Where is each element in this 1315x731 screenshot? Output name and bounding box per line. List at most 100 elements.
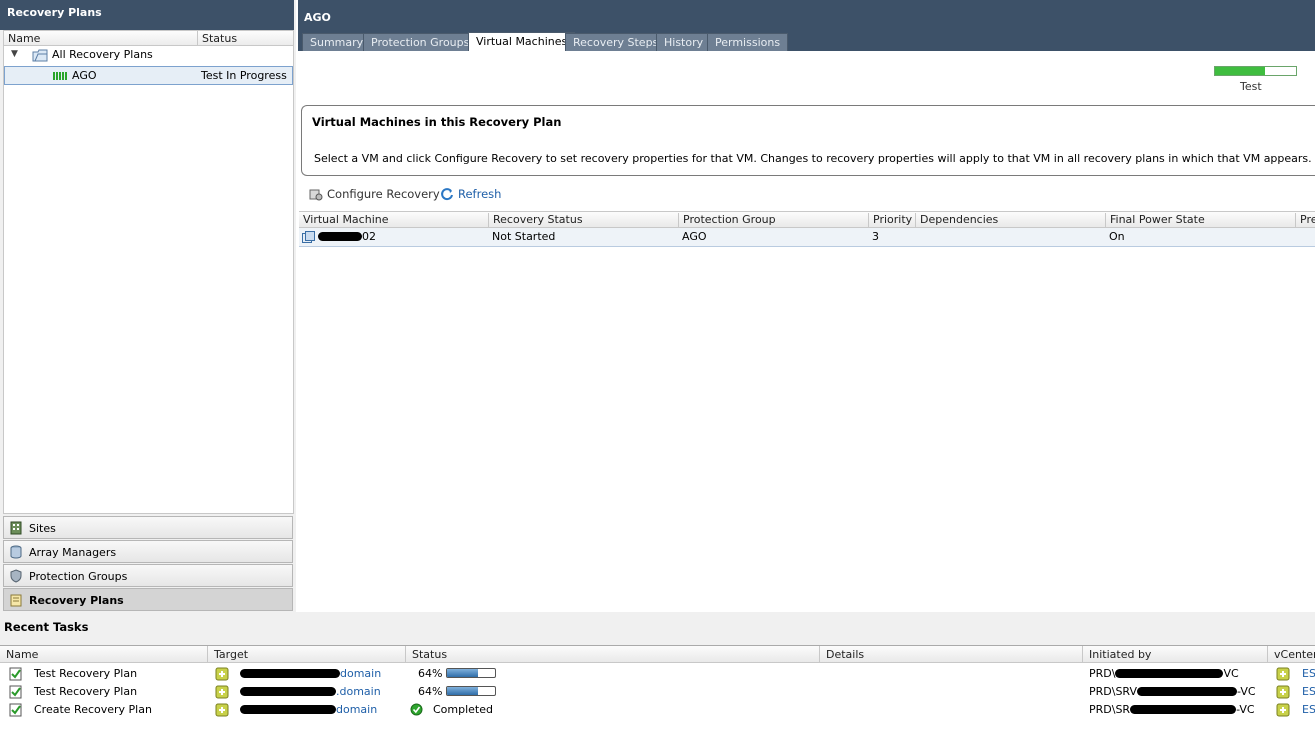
tree-header: Name Status: [4, 31, 293, 46]
left-panel: Recovery Plans Name Status ▼ All Recover…: [0, 0, 296, 612]
column-details[interactable]: Details: [820, 646, 1083, 663]
target-suffix: .domain: [336, 685, 381, 698]
plan-status: Test In Progress: [201, 69, 287, 82]
redacted-mark: [1115, 669, 1224, 678]
recovery-plans-icon: [10, 594, 22, 607]
nav-protection-groups[interactable]: Protection Groups: [3, 564, 293, 587]
tab-permissions[interactable]: Permissions: [707, 33, 789, 51]
initiator-suffix: -VC: [1237, 685, 1256, 698]
recovery-plans-tree: Name Status ▼ All Recovery Plans AGO Tes…: [3, 30, 294, 514]
task-target[interactable]: domain: [240, 667, 381, 680]
vcenter-icon: [1276, 703, 1290, 717]
chevron-down-icon[interactable]: ▼: [11, 49, 18, 59]
progress-fill: [447, 687, 478, 695]
column-initiated-by[interactable]: Initiated by: [1083, 646, 1268, 663]
task-target[interactable]: domain: [240, 703, 377, 716]
info-text: Select a VM and click Configure Recovery…: [314, 152, 1312, 165]
tree-node-ago[interactable]: AGO Test In Progress: [4, 66, 293, 85]
final-power-state: On: [1109, 230, 1125, 243]
configure-label: Configure Recovery: [327, 187, 440, 201]
tree-node-label: AGO: [72, 69, 97, 82]
initiator-prefix: PRD\SRV: [1089, 685, 1138, 698]
left-panel-title: Recovery Plans: [0, 0, 294, 30]
task-initiated-by: PRD\ VC: [1089, 667, 1239, 680]
column-protection-group[interactable]: Protection Group: [678, 213, 776, 228]
column-final-power-state[interactable]: Final Power State: [1105, 213, 1205, 228]
column-dependencies[interactable]: Dependencies: [915, 213, 998, 228]
tab-history[interactable]: History: [656, 33, 712, 51]
vm-icon: [302, 231, 315, 243]
nav-recovery-plans[interactable]: Recovery Plans: [3, 588, 293, 611]
test-progress-bar: [1214, 66, 1297, 76]
refresh-icon: [441, 188, 453, 201]
task-row[interactable]: Create Recovery Plan domain Completed PR…: [0, 701, 1315, 719]
recovery-status: Not Started: [492, 230, 556, 243]
tab-virtual-machines[interactable]: Virtual Machines: [468, 32, 576, 51]
column-virtual-machine[interactable]: Virtual Machine: [299, 213, 389, 228]
task-vcenter[interactable]: ES: [1302, 667, 1315, 680]
task-target[interactable]: .domain: [240, 685, 381, 698]
tree-column-name[interactable]: Name: [8, 32, 40, 45]
main-header: AGO Summary Protection Groups Virtual Ma…: [298, 0, 1315, 51]
column-priority[interactable]: Priority: [868, 213, 912, 228]
redacted-mark: [318, 232, 362, 241]
configure-recovery-button[interactable]: Configure Recovery: [309, 187, 440, 201]
tasks-table: Name Target Status Details Initiated by …: [0, 645, 1315, 731]
tab-protection-groups[interactable]: Protection Groups: [363, 33, 478, 51]
table-row[interactable]: 02 Not Started AGO 3 On: [299, 228, 1315, 247]
progress-fill: [1215, 67, 1266, 75]
redacted-mark: [240, 669, 340, 678]
nav-label: Recovery Plans: [29, 594, 124, 607]
task-status: Completed: [433, 703, 493, 716]
nav-sites[interactable]: Sites: [3, 516, 293, 539]
column-pre[interactable]: Pre: [1295, 213, 1315, 228]
redacted-mark: [240, 705, 336, 714]
info-box: Virtual Machines in this Recovery Plan S…: [301, 105, 1315, 176]
page-title: AGO: [304, 11, 331, 24]
initiator-prefix: PRD\: [1089, 667, 1116, 680]
column-status[interactable]: Status: [406, 646, 820, 663]
redacted-mark: [1137, 687, 1238, 696]
database-icon: [10, 545, 22, 559]
vcenter-icon: [1276, 685, 1290, 699]
tree-node-all-recovery-plans[interactable]: ▼ All Recovery Plans: [4, 46, 293, 65]
tab-recovery-steps[interactable]: Recovery Steps: [565, 33, 667, 51]
task-vcenter[interactable]: ES: [1302, 685, 1315, 698]
column-target[interactable]: Target: [208, 646, 406, 663]
refresh-button[interactable]: Refresh: [440, 187, 501, 201]
column-recovery-status[interactable]: Recovery Status: [488, 213, 583, 228]
task-row[interactable]: Test Recovery Plan .domain 64% PRD\SRV -V…: [0, 683, 1315, 701]
recovery-plan-icon: [215, 703, 229, 717]
task-status: 64%: [418, 667, 443, 680]
protection-group: AGO: [682, 230, 707, 243]
redacted-mark: [240, 687, 336, 696]
target-suffix: domain: [336, 703, 378, 716]
tree-column-status[interactable]: Status: [202, 32, 237, 45]
sites-icon: [10, 521, 22, 535]
info-heading: Virtual Machines in this Recovery Plan: [312, 115, 562, 129]
recovery-plan-icon: [215, 667, 229, 681]
column-vcenter[interactable]: vCenter: [1268, 646, 1315, 663]
configure-icon: [309, 189, 323, 201]
nav-label: Protection Groups: [29, 570, 128, 583]
target-suffix: domain: [340, 667, 382, 680]
nav-label: Array Managers: [29, 546, 117, 559]
column-name[interactable]: Name: [0, 646, 208, 663]
task-progress-bar: [446, 686, 496, 696]
task-vcenter[interactable]: ES: [1302, 703, 1315, 716]
recent-tasks-title: Recent Tasks: [4, 620, 89, 634]
nav-array-managers[interactable]: Array Managers: [3, 540, 293, 563]
task-name: Create Recovery Plan: [34, 703, 152, 716]
check-circle-icon: [410, 703, 423, 716]
task-name: Test Recovery Plan: [34, 667, 138, 680]
test-progress-icon: [53, 72, 67, 80]
nav-label: Sites: [29, 522, 56, 535]
main-panel: AGO Summary Protection Groups Virtual Ma…: [298, 0, 1315, 612]
task-progress-bar: [446, 668, 496, 678]
priority: 3: [872, 230, 879, 243]
task-initiated-by: PRD\SRV -VC: [1089, 685, 1256, 698]
tab-summary[interactable]: Summary: [302, 33, 372, 51]
task-row[interactable]: Test Recovery Plan domain 64% PRD\ VC ES: [0, 665, 1315, 683]
task-icon: [9, 685, 22, 699]
task-icon: [9, 667, 22, 681]
